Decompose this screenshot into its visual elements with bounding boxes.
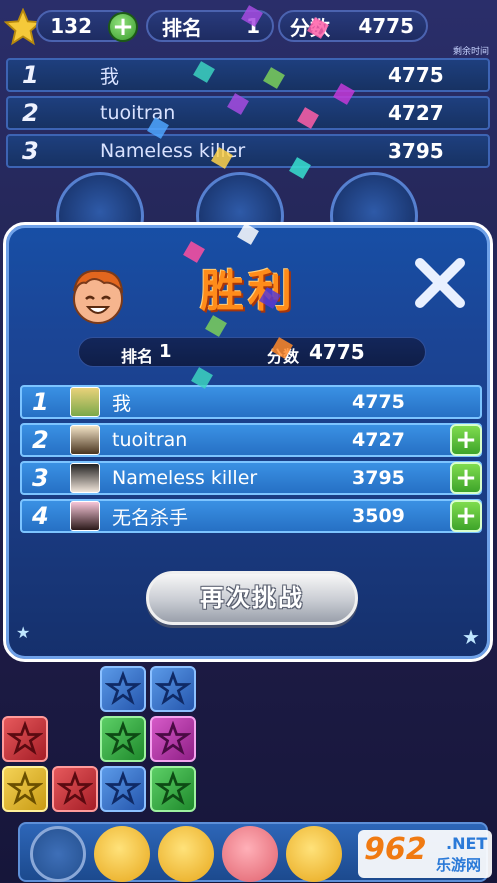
site-watermark: 962 .NET 乐游网 xyxy=(358,830,492,878)
rank-label: 排名 xyxy=(162,15,202,40)
result-row: 4 无名杀手 3509 + xyxy=(20,499,482,533)
no-sign-icon[interactable] xyxy=(30,826,86,882)
result-rank: 2 xyxy=(32,426,49,454)
score-value: 4775 xyxy=(358,14,414,38)
avatar-pink-girl-icon xyxy=(70,501,100,531)
victory-dialog: 胜利 排名 1 分数 4775 1 我 4775 2 tuoitran 4727… xyxy=(3,222,493,662)
crying-face-icon[interactable] xyxy=(94,826,150,882)
retry-button[interactable]: 再次挑战 xyxy=(146,571,358,625)
red-star-block[interactable] xyxy=(52,766,98,812)
board-score: 3795 xyxy=(388,139,444,163)
blue-star-block[interactable] xyxy=(100,666,146,712)
board-row: 1 我 4775 xyxy=(6,58,490,92)
watermark-number: 962 xyxy=(364,832,427,867)
result-score: 3795 xyxy=(352,467,405,489)
result-row: 3 Nameless killer 3795 + xyxy=(20,461,482,495)
avatar-blonde-glasses-icon xyxy=(70,387,100,417)
result-score: 4775 xyxy=(352,391,405,413)
grinning-face-icon[interactable] xyxy=(286,826,342,882)
blushing-face-icon[interactable] xyxy=(222,826,278,882)
yellow-star-block[interactable] xyxy=(2,766,48,812)
avatar-dark-hair-icon xyxy=(70,463,100,493)
watermark-site: 乐游网 xyxy=(436,856,482,874)
board-name: tuoitran xyxy=(100,102,176,124)
red-star-block[interactable] xyxy=(2,716,48,762)
sunglasses-face-icon[interactable] xyxy=(158,826,214,882)
result-rank: 3 xyxy=(32,464,49,492)
add-friend-button[interactable]: + xyxy=(450,500,482,532)
result-score: 3509 xyxy=(352,505,405,527)
purple-star-block[interactable] xyxy=(150,716,196,762)
result-summary-bar: 排名 1 分数 4775 xyxy=(78,337,426,367)
board-score: 4727 xyxy=(388,101,444,125)
summary-rank-label: 排名 xyxy=(121,347,154,366)
add-friend-button[interactable]: + xyxy=(450,424,482,456)
result-name: Nameless killer xyxy=(112,467,258,489)
close-icon[interactable] xyxy=(412,255,468,311)
remaining-time-label: 剩余时间 xyxy=(452,47,489,57)
blue-star-block[interactable] xyxy=(100,766,146,812)
board-rank: 3 xyxy=(22,137,39,165)
result-rank: 1 xyxy=(32,388,49,416)
sparkle-icon: ★ xyxy=(462,625,480,649)
sparkle-icon: ★ xyxy=(16,623,31,642)
result-score: 4727 xyxy=(352,429,405,451)
board-rank: 1 xyxy=(22,61,39,89)
green-star-block[interactable] xyxy=(150,766,196,812)
coin-count: 132 xyxy=(50,14,92,38)
green-star-block[interactable] xyxy=(100,716,146,762)
result-rank: 4 xyxy=(32,502,49,530)
score-pill: 分数 4775 xyxy=(278,10,428,42)
result-name: 无名杀手 xyxy=(112,506,189,529)
watermark-net: .NET xyxy=(446,834,488,853)
add-coins-button[interactable]: + xyxy=(108,12,138,42)
board-row: 3 Nameless killer 3795 xyxy=(6,134,490,168)
add-friend-button[interactable]: + xyxy=(450,462,482,494)
avatar-bearded-man-icon xyxy=(70,425,100,455)
result-row: 1 我 4775 xyxy=(20,385,482,419)
result-row: 2 tuoitran 4727 + xyxy=(20,423,482,457)
board-score: 4775 xyxy=(388,63,444,87)
result-name: tuoitran xyxy=(112,429,188,451)
board-rank: 2 xyxy=(22,99,39,127)
summary-rank-value: 1 xyxy=(159,341,172,362)
result-name: 我 xyxy=(112,392,132,415)
blue-star-block[interactable] xyxy=(150,666,196,712)
summary-score-value: 4775 xyxy=(309,340,365,364)
